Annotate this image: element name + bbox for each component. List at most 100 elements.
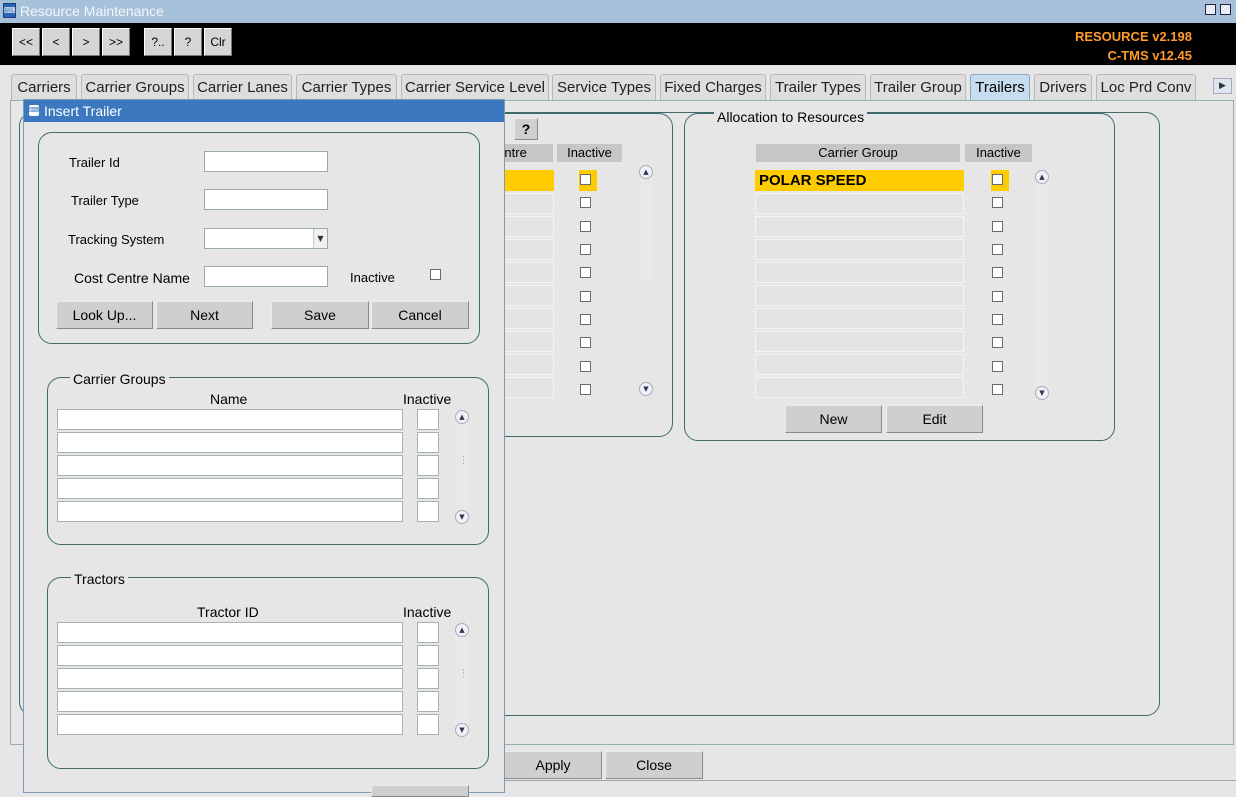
- inactive-checkbox[interactable]: [992, 267, 1003, 278]
- tab-carrier-types[interactable]: Carrier Types: [296, 74, 397, 101]
- tab-trailers[interactable]: Trailers: [970, 74, 1030, 101]
- save-button[interactable]: Save: [271, 301, 369, 329]
- table-row[interactable]: [57, 432, 403, 453]
- scroll-up-icon[interactable]: ▲: [455, 410, 469, 424]
- inactive-checkbox[interactable]: [580, 244, 591, 255]
- trailer-type-field[interactable]: [204, 189, 328, 210]
- help-button[interactable]: ?: [174, 28, 202, 56]
- inactive-checkbox[interactable]: [992, 244, 1003, 255]
- last-record-button[interactable]: >>: [102, 28, 130, 56]
- inactive-cell[interactable]: [417, 645, 439, 666]
- next-button[interactable]: Next: [156, 301, 253, 329]
- close-button[interactable]: Close: [605, 751, 703, 779]
- inactive-checkbox[interactable]: [580, 314, 591, 325]
- table-row[interactable]: [57, 622, 403, 643]
- inactive-checkbox[interactable]: [992, 197, 1003, 208]
- inactive-checkbox[interactable]: [992, 384, 1003, 395]
- look-up-button[interactable]: Look Up...: [56, 301, 153, 329]
- table-row[interactable]: [755, 308, 964, 329]
- inactive-checkbox[interactable]: [992, 337, 1003, 348]
- grid-help-button[interactable]: ?: [514, 118, 538, 140]
- table-row[interactable]: [57, 409, 403, 430]
- tab-carrier-groups[interactable]: Carrier Groups: [81, 74, 189, 101]
- tab-trailer-group[interactable]: Trailer Group: [870, 74, 966, 101]
- table-row[interactable]: [57, 691, 403, 712]
- inactive-cell[interactable]: [417, 432, 439, 453]
- tab-service-types[interactable]: Service Types: [552, 74, 656, 101]
- scroll-up-icon[interactable]: ▲: [455, 623, 469, 637]
- inactive-cell[interactable]: [417, 668, 439, 689]
- inactive-cell[interactable]: [417, 409, 439, 430]
- inactive-checkbox[interactable]: [580, 361, 591, 372]
- cancel-button[interactable]: Cancel: [371, 301, 469, 329]
- allocation-scrollbar[interactable]: [1035, 170, 1049, 400]
- trailer-list-scrollbar[interactable]: [639, 165, 653, 280]
- cost-centre-field[interactable]: [204, 266, 328, 287]
- table-row[interactable]: [755, 285, 964, 306]
- inactive-checkbox[interactable]: [992, 291, 1003, 302]
- edit-button[interactable]: Edit: [886, 405, 983, 433]
- inactive-checkbox[interactable]: [992, 221, 1003, 232]
- table-row[interactable]: POLAR SPEED: [755, 170, 964, 191]
- scroll-down-icon[interactable]: ▼: [639, 382, 653, 396]
- table-row[interactable]: [755, 331, 964, 352]
- inactive-checkbox[interactable]: [580, 174, 591, 185]
- inactive-checkbox[interactable]: [580, 267, 591, 278]
- scroll-grip-icon[interactable]: ⋮: [459, 670, 468, 679]
- inactive-cell[interactable]: [417, 455, 439, 476]
- clear-button[interactable]: Clr: [204, 28, 232, 56]
- table-row[interactable]: [57, 714, 403, 735]
- table-row[interactable]: [755, 216, 964, 237]
- table-row[interactable]: [755, 377, 964, 398]
- tab-scroll-right-icon[interactable]: ▶: [1213, 78, 1232, 94]
- inactive-checkbox[interactable]: [430, 269, 441, 280]
- tab-loc-prd-conv[interactable]: Loc Prd Conv: [1096, 74, 1196, 101]
- inactive-checkbox[interactable]: [992, 361, 1003, 372]
- table-row[interactable]: [755, 262, 964, 283]
- tractors-scrollbar[interactable]: [455, 623, 469, 737]
- table-row[interactable]: [57, 478, 403, 499]
- inactive-cell[interactable]: [417, 501, 439, 522]
- tracking-system-select[interactable]: ▼: [204, 228, 328, 249]
- inactive-checkbox[interactable]: [580, 197, 591, 208]
- table-row[interactable]: [57, 668, 403, 689]
- scroll-down-icon[interactable]: ▼: [455, 723, 469, 737]
- inactive-cell[interactable]: [417, 622, 439, 643]
- trailer-id-field[interactable]: [204, 151, 328, 172]
- inactive-checkbox[interactable]: [992, 314, 1003, 325]
- tab-drivers[interactable]: Drivers: [1034, 74, 1092, 101]
- tab-carrier-service-level[interactable]: Carrier Service Level: [401, 74, 549, 101]
- minimize-icon[interactable]: [1205, 4, 1216, 15]
- scroll-down-icon[interactable]: ▼: [1035, 386, 1049, 400]
- table-row[interactable]: [57, 501, 403, 522]
- table-row[interactable]: [755, 239, 964, 260]
- inactive-cell[interactable]: [417, 691, 439, 712]
- inactive-checkbox[interactable]: [580, 384, 591, 395]
- maximize-icon[interactable]: [1220, 4, 1231, 15]
- table-row[interactable]: [57, 455, 403, 476]
- inactive-checkbox[interactable]: [580, 221, 591, 232]
- table-row[interactable]: [755, 193, 964, 214]
- table-row[interactable]: [57, 645, 403, 666]
- inactive-checkbox[interactable]: [580, 337, 591, 348]
- scroll-up-icon[interactable]: ▲: [639, 165, 653, 179]
- inactive-cell[interactable]: [417, 478, 439, 499]
- next-record-button[interactable]: >: [72, 28, 100, 56]
- scroll-up-icon[interactable]: ▲: [1035, 170, 1049, 184]
- scroll-down-icon[interactable]: ▼: [455, 510, 469, 524]
- query-button[interactable]: ?..: [144, 28, 172, 56]
- tab-carriers[interactable]: Carriers: [11, 74, 77, 101]
- apply-button[interactable]: Apply: [504, 751, 602, 779]
- tab-fixed-charges[interactable]: Fixed Charges: [660, 74, 766, 101]
- inactive-cell[interactable]: [417, 714, 439, 735]
- tab-carrier-lanes[interactable]: Carrier Lanes: [193, 74, 292, 101]
- chevron-down-icon[interactable]: ▼: [313, 229, 327, 248]
- table-row[interactable]: [755, 354, 964, 375]
- partial-bottom-button[interactable]: [371, 785, 469, 797]
- previous-record-button[interactable]: <: [42, 28, 70, 56]
- tab-trailer-types[interactable]: Trailer Types: [770, 74, 866, 101]
- inactive-checkbox[interactable]: [992, 174, 1003, 185]
- inactive-checkbox[interactable]: [580, 291, 591, 302]
- first-record-button[interactable]: <<: [12, 28, 40, 56]
- carrier-groups-scrollbar[interactable]: [455, 410, 469, 524]
